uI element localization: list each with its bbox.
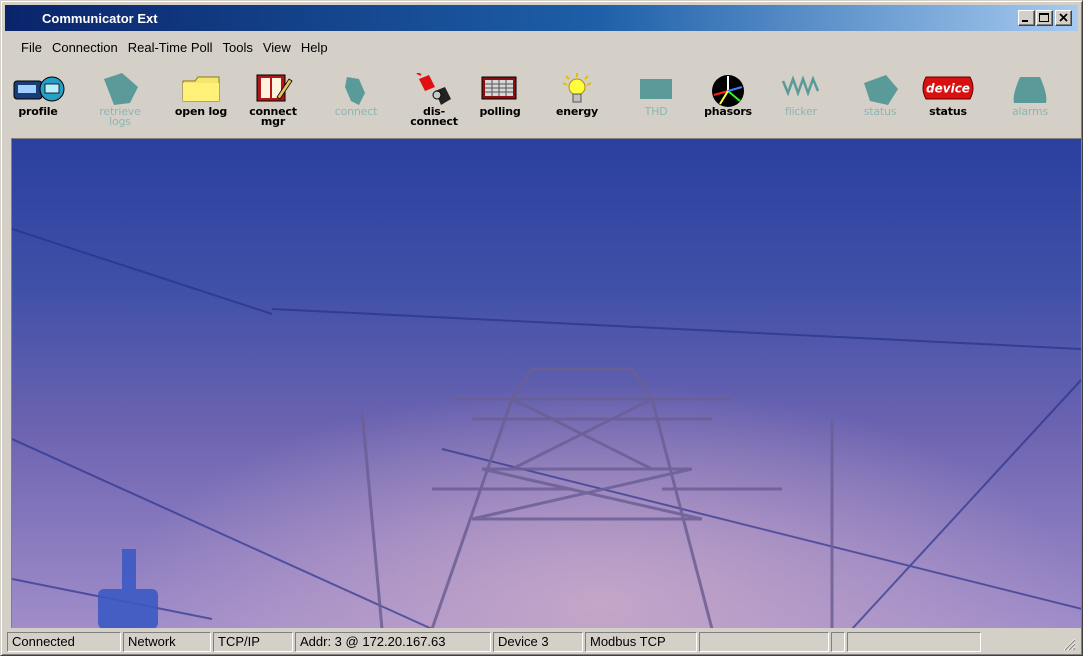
status-connection: Connected xyxy=(7,632,121,652)
maximize-icon xyxy=(1039,13,1049,22)
status-empty-3 xyxy=(847,632,981,652)
connect-mgr-label: connect mgr xyxy=(249,105,297,128)
waveform-icon xyxy=(781,75,820,97)
open-log-label: open log xyxy=(174,105,228,118)
energy-label: energy xyxy=(555,105,599,118)
thd-icon xyxy=(640,79,672,99)
device-badge-text: device xyxy=(926,82,970,96)
menu-real-time-poll[interactable]: Real-Time Poll xyxy=(123,40,218,55)
polling-label: polling xyxy=(479,105,521,118)
status-empty-2 xyxy=(831,632,845,652)
device-status-label: status xyxy=(929,105,967,118)
resize-grip-icon[interactable] xyxy=(1062,637,1076,651)
retrieve-logs-icon xyxy=(104,73,138,105)
disconnect-button[interactable]: dis- connect xyxy=(403,63,465,135)
connect-button[interactable]: connect xyxy=(325,63,387,135)
status-empty-1 xyxy=(699,632,829,652)
profile-button[interactable]: profile xyxy=(7,63,69,135)
status-network: Network xyxy=(123,632,211,652)
disconnect-label: dis- connect xyxy=(410,105,458,128)
menu-connection[interactable]: Connection xyxy=(47,40,123,55)
thd-label: THD xyxy=(644,105,668,118)
status-modbus: Modbus TCP xyxy=(585,632,697,652)
phasors-button[interactable]: phasors xyxy=(697,63,759,135)
menu-help[interactable]: Help xyxy=(296,40,333,55)
phasors-label: phasors xyxy=(704,105,752,118)
alarm-icon xyxy=(1013,77,1047,103)
window-title: Communicator Ext xyxy=(42,10,158,26)
unplug-icon xyxy=(416,73,451,105)
toolbar: profile retrieve logs open log connect m… xyxy=(5,63,1078,137)
flicker-button[interactable]: flicker xyxy=(770,63,832,135)
connect-label: connect xyxy=(334,105,378,118)
status-bar: Connected Network TCP/IP Addr: 3 @ 172.2… xyxy=(5,632,1078,653)
energy-button[interactable]: energy xyxy=(546,63,608,135)
thd-button[interactable]: THD xyxy=(625,63,687,135)
status-icon xyxy=(864,75,898,105)
flicker-label: flicker xyxy=(785,105,817,118)
main-window: Communicator Ext File Connection Real-Ti… xyxy=(0,0,1083,656)
minimize-icon xyxy=(1022,20,1028,22)
menu-file[interactable]: File xyxy=(5,40,47,55)
retrieve-logs-label: retrieve logs xyxy=(99,105,141,128)
background-image-area xyxy=(11,138,1081,628)
plug-icon xyxy=(345,77,365,105)
folder-icon xyxy=(182,76,220,102)
status-protocol: TCP/IP xyxy=(213,632,293,652)
polling-grid-icon xyxy=(481,76,517,100)
lightbulb-icon xyxy=(562,73,592,103)
retrieve-logs-button[interactable]: retrieve logs xyxy=(89,63,151,135)
alarms-button[interactable]: alarms xyxy=(999,63,1061,135)
maximize-button[interactable] xyxy=(1036,10,1053,26)
status-button[interactable]: status xyxy=(849,63,911,135)
alarms-label: alarms xyxy=(1011,105,1049,118)
profile-label: profile xyxy=(18,105,58,118)
close-button[interactable] xyxy=(1055,10,1072,26)
menu-tools[interactable]: Tools xyxy=(218,40,258,55)
connect-mgr-button[interactable]: connect mgr xyxy=(242,63,304,135)
power-tower-background-image xyxy=(12,139,1081,628)
minimize-button[interactable] xyxy=(1018,10,1035,26)
device-status-icon: device xyxy=(922,76,974,100)
status-device: Device 3 xyxy=(493,632,583,652)
status-label: status xyxy=(863,105,897,118)
address-book-icon xyxy=(256,74,293,102)
device-status-button[interactable]: device status xyxy=(917,63,979,135)
menu-view[interactable]: View xyxy=(258,40,296,55)
close-icon xyxy=(1059,13,1068,22)
polling-button[interactable]: polling xyxy=(469,63,531,135)
open-log-button[interactable]: open log xyxy=(170,63,232,135)
status-address: Addr: 3 @ 172.20.167.63 xyxy=(295,632,491,652)
menu-bar: File Connection Real-Time Poll Tools Vie… xyxy=(5,37,333,57)
meter-profile-icon xyxy=(13,76,65,102)
phasor-diagram-icon xyxy=(712,75,744,107)
title-bar[interactable]: Communicator Ext xyxy=(5,5,1078,31)
